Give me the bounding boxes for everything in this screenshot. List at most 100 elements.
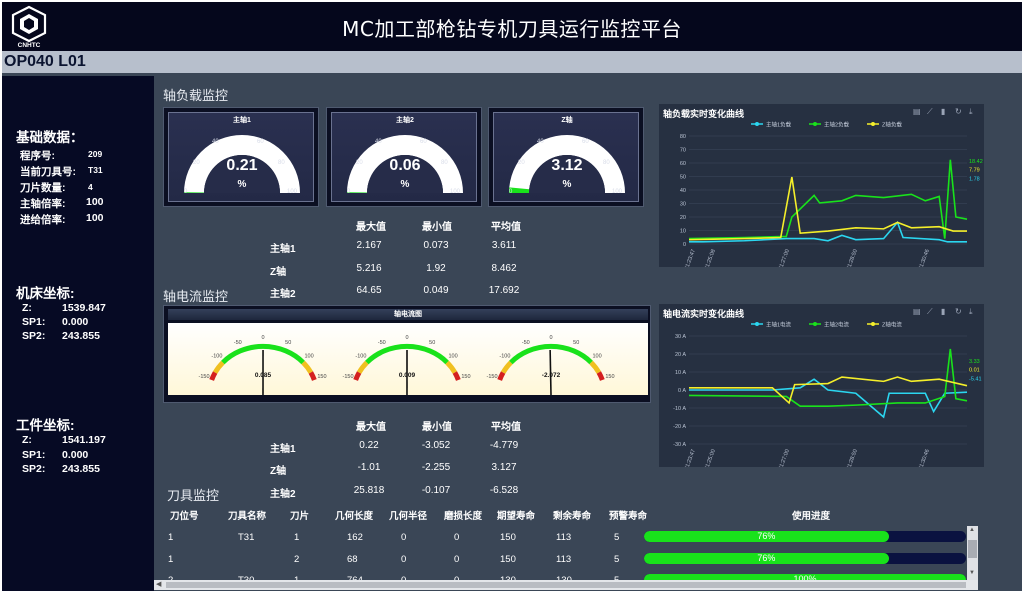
x-tick-label: 21:23:47 — [684, 449, 697, 467]
y-tick-label: -30 A — [673, 442, 686, 448]
tool-column-header: 剩余寿命 — [553, 511, 592, 522]
gauge-tick-label: 60 — [420, 139, 427, 145]
current-meters: -150 -100 -50 0 50 100 150 0.085 -150 -100 -50 0 50 1… — [168, 323, 648, 396]
tool-table-scrollbar[interactable]: ▲ ▼ — [967, 526, 978, 581]
tool-progress-text: 76% — [757, 531, 776, 541]
scroll-down-icon[interactable]: ▼ — [969, 570, 975, 576]
current-stat-header-min: 最小值 — [422, 422, 452, 433]
left-info-panel: 基础数据： 程序号: 209 当前刀具号: T31 刀片数量: 4 主轴倍率: … — [2, 76, 154, 591]
gauge-face: 0 20 40 60 80 100 Z轴 3.12% — [493, 112, 639, 202]
y-tick-label: -20 A — [673, 424, 686, 430]
current-chart[interactable]: 轴电流实时变化曲线 ▤ ⟋ ▮ ↻ ⤓ 主轴1电流 主轴2电流 Z轴电流 -30 A-… — [659, 304, 984, 467]
meter-tick-label: 100 — [448, 354, 457, 360]
gauge-tick-label: 60 — [257, 139, 264, 145]
current-row-min: -0.107 — [421, 485, 451, 496]
tool-cell-radius: 0 — [401, 532, 407, 543]
blade-count-label: 刀片数量: — [20, 182, 66, 194]
x-tick-label: 21:28:50 — [846, 249, 859, 267]
marker-value: 18.42 — [969, 159, 983, 165]
tool-cell-warn: 5 — [614, 532, 620, 543]
horizontal-scrollbar[interactable]: ◀ — [154, 580, 978, 590]
y-tick-label: 30 A — [675, 334, 686, 340]
machine-z-value: 1539.847 — [62, 302, 106, 314]
tool-cell-wear: 0 — [454, 554, 460, 565]
work-sp2-value: 243.855 — [62, 463, 100, 475]
tool-progress-bar: 76% — [644, 531, 966, 542]
y-tick-label: 30 — [680, 202, 686, 208]
gauge-name: 主轴2 — [396, 117, 414, 124]
meter-tick-label: 150 — [317, 374, 326, 380]
x-tick-label: 21:27:00 — [778, 249, 791, 267]
machine-sp1-label: SP1: — [22, 316, 46, 328]
gauge-tick-label: 60 — [582, 139, 589, 145]
meter-tick-label: 100 — [592, 354, 601, 360]
scroll-left-icon[interactable]: ◀ — [156, 580, 161, 588]
basic-data-heading: 基础数据： — [16, 130, 84, 145]
current-row-min: -3.052 — [421, 440, 451, 451]
current-row-avg: -4.779 — [489, 440, 519, 451]
scroll-up-icon[interactable]: ▲ — [969, 527, 975, 533]
tool-cell-wear: 0 — [454, 532, 460, 543]
meter-tick-label: 50 — [285, 340, 291, 346]
app-frame: CNHTC MC加工部枪钻专机刀具运行监控平台 OP040 L01 基础数据： … — [2, 2, 1022, 591]
gauge-face: 0 20 40 60 80 100 主轴2 0.06% — [331, 112, 477, 202]
marker-value: 7.79 — [969, 168, 980, 174]
meter-band — [589, 360, 602, 374]
program-no-label: 程序号: — [20, 150, 55, 162]
load-chart[interactable]: 轴负载实时变化曲线 ▤ ⟋ ▮ ↻ ⤓ 主轴1负载 主轴2负载 Z轴负载 0 10 20 3… — [659, 104, 984, 267]
tool-cell-remaining: 113 — [556, 554, 572, 565]
x-tick-label: 21:30:46 — [918, 249, 931, 267]
meter-tick-label: 100 — [304, 354, 313, 360]
tool-column-header: 刀片 — [290, 511, 310, 522]
load-row-avg: 8.462 — [491, 263, 517, 274]
logo-text: CNHTC — [18, 42, 41, 49]
meter-tick-label: 0 — [405, 335, 408, 341]
load-row-max: 2.167 — [356, 240, 382, 251]
tool-cell-pos: 1 — [168, 554, 174, 565]
meter-band — [356, 360, 369, 374]
y-tick-label: 20 — [680, 215, 686, 221]
tool-column-header: 几何长度 — [335, 511, 374, 522]
load-row-avg: 17.692 — [488, 285, 520, 296]
meter-tick-label: 50 — [429, 340, 435, 346]
current-meter: -150 -100 -50 0 50 100 150 0.085 — [199, 335, 327, 396]
marker-value: 0.01 — [969, 368, 980, 374]
gauge-name: 主轴1 — [233, 117, 251, 124]
x-tick-label: 21:25:08 — [704, 249, 717, 267]
meter-band — [212, 360, 225, 374]
meter-tick-label: 0 — [261, 335, 264, 341]
meter-value: -2.072 — [542, 372, 561, 379]
station-label: OP040 L01 — [4, 53, 86, 70]
current-row-max: 25.818 — [353, 485, 385, 496]
tool-cell-remaining: 113 — [556, 532, 572, 543]
x-tick-label: 21:25:00 — [704, 449, 717, 467]
y-tick-label: 40 — [680, 188, 686, 194]
meter-band — [500, 360, 513, 374]
main-area: 轴负载监控 0 20 40 60 80 100 主轴1 0.21% 0 20 40 60 80 100 主轴… — [154, 76, 1022, 591]
legend-label: 主轴1电流 — [766, 321, 792, 329]
load-gauge: 0 20 40 60 80 100 Z轴 3.12% — [488, 107, 644, 207]
current-row-max: 0.22 — [359, 440, 379, 451]
current-tool-value: T31 — [88, 165, 103, 175]
legend-dot — [871, 322, 875, 326]
legend-label: 主轴1负载 — [766, 121, 792, 129]
gauge-face: 0 20 40 60 80 100 主轴1 0.21% — [168, 112, 314, 202]
meter-tick-label: -50 — [234, 340, 242, 346]
legend-dot — [755, 122, 759, 126]
current-tool-label: 当前刀具号: — [20, 166, 76, 178]
tool-section-title: 刀具监控 — [167, 488, 220, 503]
h-scroll-thumb[interactable] — [166, 582, 966, 588]
meter-tick-label: 150 — [461, 374, 470, 380]
meter-band — [452, 371, 461, 381]
legend-dot — [813, 122, 817, 126]
station-bar: OP040 L01 — [2, 51, 1022, 73]
load-row-min: 0.073 — [423, 240, 449, 251]
current-meter-svg: -150 -100 -50 0 50 100 150 0.085 -150 -100 -50 0 50 1… — [199, 335, 615, 396]
tool-column-header: 几何半径 — [389, 511, 428, 522]
scroll-thumb[interactable] — [968, 540, 977, 558]
legend-label: Z轴电流 — [882, 321, 902, 329]
x-tick-label: 21:30:46 — [918, 449, 931, 467]
series-line — [688, 348, 968, 407]
current-row-label: Z轴 — [270, 466, 287, 477]
current-stat-header-max: 最大值 — [356, 422, 386, 433]
